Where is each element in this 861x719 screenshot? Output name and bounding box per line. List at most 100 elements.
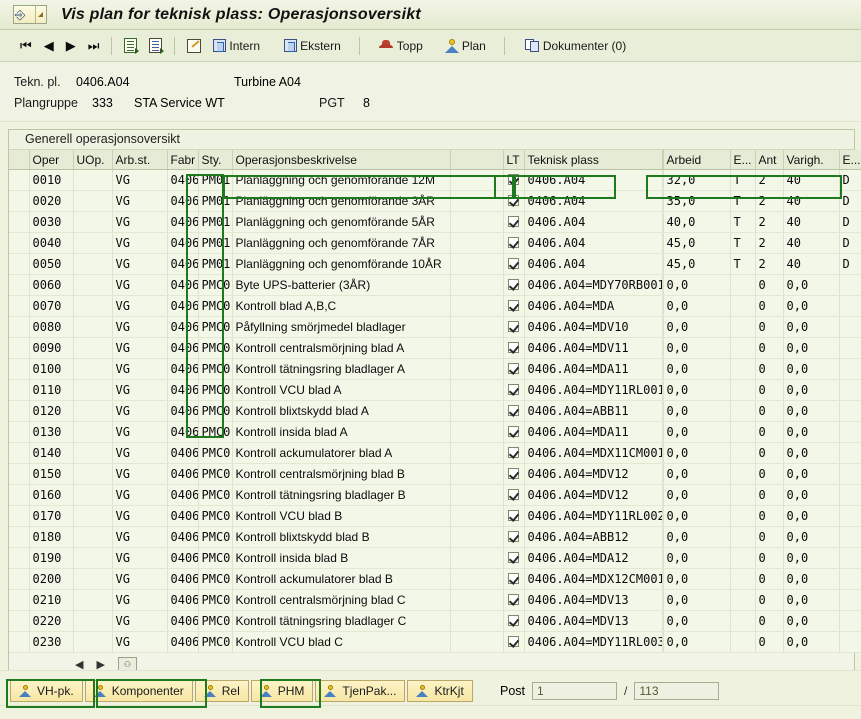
table-row[interactable]: 0120 VG 0406 PMC0 Kontroll blixtskydd blad A… (9, 400, 861, 422)
checkbox-checked-icon[interactable] (508, 531, 519, 542)
cell-lt-checkbox[interactable] (503, 232, 525, 254)
table-row[interactable]: 0130 VG 0406 PMC0 Kontroll insida blad A 0406… (9, 421, 861, 443)
row-select-cell[interactable] (9, 610, 30, 632)
row-select-cell[interactable] (9, 316, 30, 338)
pager-next-icon[interactable]: ▶ (96, 658, 104, 671)
col-gap[interactable] (450, 150, 504, 170)
col-varighet[interactable]: Varigh. (783, 150, 840, 170)
rel-button[interactable]: Rel (194, 680, 249, 702)
table-row[interactable]: 0090 VG 0406 PMC0 Kontroll centralsmörjning … (9, 337, 861, 359)
table-row[interactable]: 0060 VG 0406 PMC0 Byte UPS-batterier (3ÅR) 04… (9, 274, 861, 296)
row-select-cell[interactable] (9, 631, 30, 653)
cell-lt-checkbox[interactable] (503, 169, 525, 191)
cell-lt-checkbox[interactable] (503, 442, 525, 464)
plan-button[interactable]: Plan (439, 33, 492, 59)
row-select-cell[interactable] (9, 526, 30, 548)
cell-lt-checkbox[interactable] (503, 505, 525, 527)
ktrkjt-button[interactable]: KtrKjt (407, 680, 473, 702)
nav-last-button[interactable]: ⏭ (82, 33, 106, 59)
checkbox-checked-icon[interactable] (508, 321, 519, 332)
checkbox-checked-icon[interactable] (508, 384, 519, 395)
cell-lt-checkbox[interactable] (503, 295, 525, 317)
col-sty[interactable]: Sty. (198, 150, 233, 170)
table-row[interactable]: 0030 VG 0406 PM01 Planläggning och genomföra… (9, 211, 861, 233)
row-select-cell[interactable] (9, 274, 30, 296)
cell-lt-checkbox[interactable] (503, 400, 525, 422)
checkbox-checked-icon[interactable] (508, 447, 519, 458)
table-row[interactable]: 0200 VG 0406 PMC0 Kontroll ackumulatorer bla… (9, 568, 861, 590)
ekstern-button[interactable]: Ekstern (278, 33, 347, 59)
table-row[interactable]: 0050 VG 0406 PM01 Planläggning och genomföra… (9, 253, 861, 275)
vh-pk-button[interactable]: VH-pk. (10, 680, 83, 702)
row-select-cell[interactable] (9, 337, 30, 359)
cell-lt-checkbox[interactable] (503, 211, 525, 233)
sap-session-icon[interactable]: ⎆ (13, 5, 47, 24)
col-arbeid[interactable]: Arbeid (663, 150, 731, 170)
checkbox-checked-icon[interactable] (508, 636, 519, 647)
tjenpak-button[interactable]: TjenPak... (315, 680, 406, 702)
checkbox-checked-icon[interactable] (508, 426, 519, 437)
table-row[interactable]: 0010 VG 0406 PM01 Planläggning och genomföra… (9, 169, 861, 191)
komponenter-button[interactable]: Komponenter (84, 680, 193, 702)
cell-lt-checkbox[interactable] (503, 568, 525, 590)
cell-lt-checkbox[interactable] (503, 253, 525, 275)
table-row[interactable]: 0040 VG 0406 PM01 Planläggning och genomföra… (9, 232, 861, 254)
checkbox-checked-icon[interactable] (508, 300, 519, 311)
row-select-cell[interactable] (9, 568, 30, 590)
nav-previous-button[interactable]: ◀ (38, 33, 60, 59)
cell-lt-checkbox[interactable] (503, 526, 525, 548)
col-fabr[interactable]: Fabr (167, 150, 199, 170)
cell-lt-checkbox[interactable] (503, 589, 525, 611)
cell-lt-checkbox[interactable] (503, 547, 525, 569)
checkbox-checked-icon[interactable] (508, 510, 519, 521)
checkbox-checked-icon[interactable] (508, 237, 519, 248)
row-select-cell[interactable] (9, 295, 30, 317)
row-select-cell[interactable] (9, 190, 30, 212)
table-row[interactable]: 0020 VG 0406 PM01 Planläggning och genomföra… (9, 190, 861, 212)
table-row[interactable]: 0100 VG 0406 PMC0 Kontroll tätningsring blad… (9, 358, 861, 380)
post-current-input[interactable]: 1 (532, 682, 618, 700)
table-row[interactable]: 0230 VG 0406 PMC0 Kontroll VCU blad C 0406.A0… (9, 631, 861, 653)
checkbox-checked-icon[interactable] (508, 258, 519, 269)
checkbox-checked-icon[interactable] (508, 468, 519, 479)
cell-lt-checkbox[interactable] (503, 484, 525, 506)
row-select-cell[interactable] (9, 463, 30, 485)
table-row[interactable]: 0110 VG 0406 PMC0 Kontroll VCU blad A 0406.A0… (9, 379, 861, 401)
cell-lt-checkbox[interactable] (503, 463, 525, 485)
cell-lt-checkbox[interactable] (503, 610, 525, 632)
checkbox-checked-icon[interactable] (508, 342, 519, 353)
phm-button[interactable]: PHM (250, 680, 314, 702)
row-select-cell[interactable] (9, 211, 30, 233)
topp-button[interactable]: Topp (372, 33, 429, 59)
cell-lt-checkbox[interactable] (503, 421, 525, 443)
row-select-cell[interactable] (9, 421, 30, 443)
table-row[interactable]: 0220 VG 0406 PMC0 Kontroll tätningsring blad… (9, 610, 861, 632)
row-select-cell[interactable] (9, 589, 30, 611)
checkbox-checked-icon[interactable] (508, 594, 519, 605)
row-select-cell[interactable] (9, 169, 30, 191)
row-select-cell[interactable] (9, 442, 30, 464)
checkbox-checked-icon[interactable] (508, 405, 519, 416)
col-description[interactable]: Operasjonsbeskrivelse (232, 150, 451, 170)
intern-button[interactable]: Intern (207, 33, 266, 59)
col-uop[interactable]: UOp. (73, 150, 113, 170)
checkbox-checked-icon[interactable] (508, 195, 519, 206)
table-row[interactable]: 0140 VG 0406 PMC0 Kontroll ackumulatorer bla… (9, 442, 861, 464)
checkbox-checked-icon[interactable] (508, 552, 519, 563)
checkbox-checked-icon[interactable] (508, 615, 519, 626)
col-lt[interactable]: LT (503, 150, 525, 170)
table-row[interactable]: 0210 VG 0406 PMC0 Kontroll centralsmörjning … (9, 589, 861, 611)
checkbox-checked-icon[interactable] (508, 216, 519, 227)
table-row[interactable]: 0160 VG 0406 PMC0 Kontroll tätningsring blad… (9, 484, 861, 506)
cell-lt-checkbox[interactable] (503, 316, 525, 338)
col-arbst[interactable]: Arb.st. (112, 150, 168, 170)
table-row[interactable]: 0170 VG 0406 PMC0 Kontroll VCU blad B 0406.A0… (9, 505, 861, 527)
table-row[interactable]: 0180 VG 0406 PMC0 Kontroll blixtskydd blad B… (9, 526, 861, 548)
row-select-cell[interactable] (9, 253, 30, 275)
pager-prev-icon[interactable]: ◀ (75, 658, 83, 671)
col-varighet-unit[interactable]: E... (839, 150, 861, 170)
triangle-down-icon[interactable] (38, 12, 43, 17)
col-teknisk-plass[interactable]: Teknisk plass (524, 150, 663, 170)
col-oper[interactable]: Oper (29, 150, 74, 170)
checkbox-checked-icon[interactable] (508, 573, 519, 584)
